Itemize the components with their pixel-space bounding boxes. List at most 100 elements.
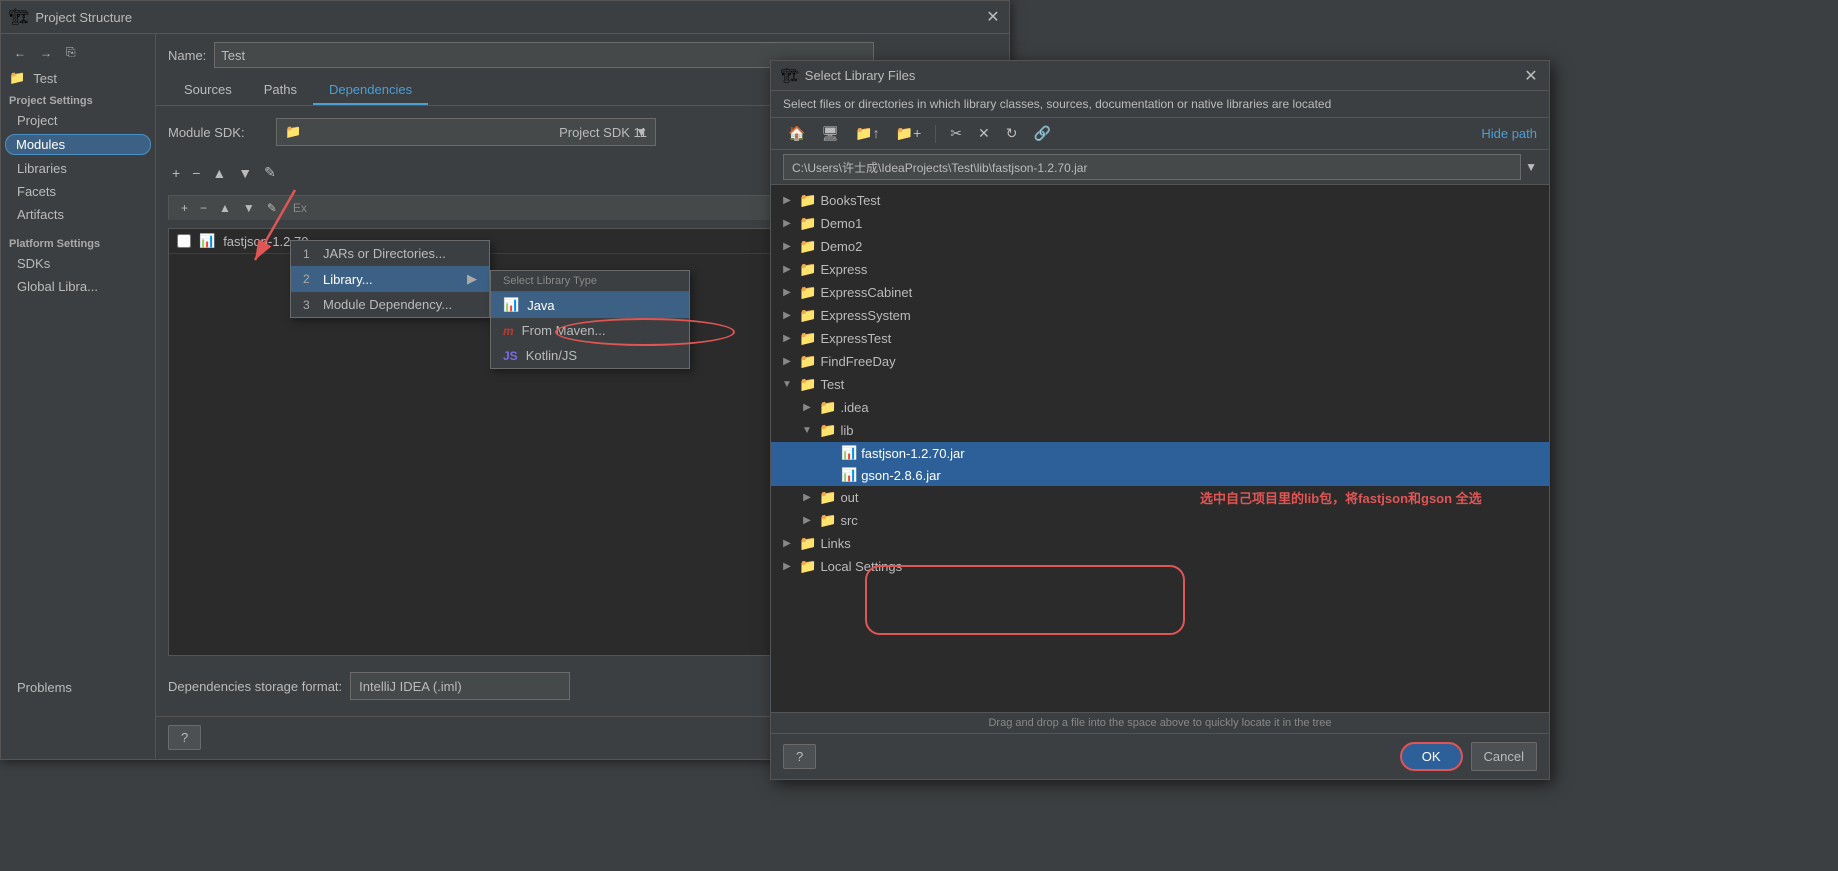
sidebar-item-artifacts[interactable]: Artifacts <box>1 203 155 226</box>
folder-icon: 📁 <box>819 422 836 439</box>
dep-table-remove-button[interactable]: − <box>196 199 211 217</box>
sld-path-dropdown-button[interactable]: ▼ <box>1525 160 1537 174</box>
submenu-item-java[interactable]: 📊 Java <box>491 292 689 318</box>
tree-label: Demo1 <box>820 216 862 231</box>
folder-icon: 📁 <box>819 489 836 506</box>
sidebar-item-project[interactable]: Project <box>1 109 155 132</box>
folder-icon: 📁 <box>799 535 816 552</box>
submenu-item-kotlin[interactable]: JS Kotlin/JS <box>491 343 689 368</box>
tree-arrow-icon: ▶ <box>799 402 815 413</box>
app-icon: 🏗 <box>9 7 29 27</box>
module-test-header[interactable]: 📁 Test <box>1 67 155 89</box>
tree-item-local-settings[interactable]: ▶ 📁 Local Settings <box>771 555 1549 578</box>
dep-remove-button[interactable]: − <box>188 163 204 183</box>
dep-table-edit-button[interactable]: ✎ <box>263 199 281 217</box>
sld-desktop-button[interactable]: 🖥 <box>816 122 844 145</box>
dep-table-add-button[interactable]: + <box>177 199 192 217</box>
close-button[interactable]: ✕ <box>985 9 1001 25</box>
tree-item-lib[interactable]: ▼ 📁 lib <box>771 419 1549 442</box>
sld-folder-up-button[interactable]: 📁↑ <box>850 122 884 145</box>
tree-label: ExpressTest <box>820 331 891 346</box>
java-icon: 📊 <box>503 297 519 313</box>
sld-titlebar: 🏗 Select Library Files ✕ <box>771 61 1549 91</box>
tree-item-expresscabinet[interactable]: ▶ 📁 ExpressCabinet <box>771 281 1549 304</box>
tree-label: ExpressCabinet <box>820 285 912 300</box>
dep-add-button[interactable]: + <box>168 163 184 183</box>
tree-item-demo2[interactable]: ▶ 📁 Demo2 <box>771 235 1549 258</box>
sdk-dropdown[interactable]: 📁 Project SDK 11 <box>276 118 656 146</box>
tree-item-links[interactable]: ▶ 📁 Links <box>771 532 1549 555</box>
sld-home-button[interactable]: 🏠 <box>783 122 810 145</box>
folder-icon: 📁 <box>799 261 816 278</box>
sld-ok-button[interactable]: OK <box>1400 742 1463 771</box>
dep-library-icon: 📊 <box>199 233 215 249</box>
sidebar-item-sdks[interactable]: SDKs <box>1 252 155 275</box>
submenu-label-java: Java <box>527 298 554 313</box>
sld-refresh-button[interactable]: ↻ <box>1001 122 1023 145</box>
sidebar-item-global-libraries[interactable]: Global Libra... <box>1 275 155 298</box>
tree-label: Local Settings <box>820 559 902 574</box>
dep-checkbox-fastjson[interactable] <box>177 234 191 248</box>
nav-back-button[interactable]: ← <box>9 43 31 63</box>
storage-format-dropdown[interactable]: IntelliJ IDEA (.iml) <box>350 672 570 700</box>
sld-link-button[interactable]: 🔗 <box>1028 122 1055 145</box>
tab-sources[interactable]: Sources <box>168 76 248 105</box>
menu-item-num-2: 2 <box>303 272 315 286</box>
tree-item-fastjson[interactable]: ▶ 📊 fastjson-1.2.70.jar <box>771 442 1549 464</box>
tree-label: BooksTest <box>820 193 880 208</box>
folder-icon: 📁 <box>799 192 816 209</box>
dep-table-down-button[interactable]: ▼ <box>239 199 259 217</box>
sld-file-tree[interactable]: ▶ 📁 BooksTest ▶ 📁 Demo1 ▶ 📁 Demo2 ▶ 📁 Ex… <box>771 185 1549 712</box>
jar-file-icon: 📊 <box>841 467 857 483</box>
tree-item-test[interactable]: ▼ 📁 Test <box>771 373 1549 396</box>
sld-help-button[interactable]: ? <box>783 744 816 769</box>
dep-up-button[interactable]: ▲ <box>208 163 230 183</box>
tree-item-demo1[interactable]: ▶ 📁 Demo1 <box>771 212 1549 235</box>
dep-edit-button[interactable]: ✎ <box>260 162 280 183</box>
dep-table-up-button[interactable]: ▲ <box>215 199 235 217</box>
sld-footer: ? OK Cancel <box>771 733 1549 779</box>
tree-item-expresssystem[interactable]: ▶ 📁 ExpressSystem <box>771 304 1549 327</box>
name-label: Name: <box>168 48 206 63</box>
sld-cut-button[interactable]: ✂ <box>945 122 967 145</box>
tab-dependencies[interactable]: Dependencies <box>313 76 428 105</box>
tree-item-idea[interactable]: ▶ 📁 .idea <box>771 396 1549 419</box>
sidebar-item-problems[interactable]: Problems <box>1 676 156 699</box>
submenu-label-kotlin: Kotlin/JS <box>526 348 577 363</box>
tree-item-bookstest[interactable]: ▶ 📁 BooksTest <box>771 189 1549 212</box>
tree-item-express[interactable]: ▶ 📁 Express <box>771 258 1549 281</box>
sld-path-bar: ▼ <box>771 150 1549 185</box>
tree-label: Test <box>820 377 844 392</box>
tree-label: out <box>840 490 858 505</box>
submenu-item-maven[interactable]: m From Maven... <box>491 318 689 343</box>
nav-forward-button[interactable]: → <box>35 43 57 63</box>
dep-down-button[interactable]: ▼ <box>234 163 256 183</box>
tree-item-src[interactable]: ▶ 📁 src <box>771 509 1549 532</box>
sld-path-input[interactable] <box>783 154 1521 180</box>
tree-label: Express <box>820 262 867 277</box>
sidebar-item-libraries[interactable]: Libraries <box>1 157 155 180</box>
sld-cancel-button[interactable]: Cancel <box>1471 742 1537 771</box>
tree-label: ExpressSystem <box>820 308 910 323</box>
context-menu-item-library[interactable]: 2 Library... ▶ <box>291 266 489 292</box>
nav-copy-button[interactable]: ⎘ <box>61 42 81 63</box>
sidebar-item-facets[interactable]: Facets <box>1 180 155 203</box>
sld-close-button[interactable]: ✕ <box>1523 68 1539 84</box>
tree-item-expresstest[interactable]: ▶ 📁 ExpressTest <box>771 327 1549 350</box>
maven-icon: m <box>503 324 514 338</box>
context-menu-item-module-dep[interactable]: 3 Module Dependency... <box>291 292 489 317</box>
context-menu: 1 JARs or Directories... 2 Library... ▶ … <box>290 240 490 318</box>
context-menu-item-jars[interactable]: 1 JARs or Directories... <box>291 241 489 266</box>
folder-icon: 📁 <box>799 353 816 370</box>
submenu: Select Library Type 📊 Java m From Maven.… <box>490 270 690 369</box>
tab-paths[interactable]: Paths <box>248 76 313 105</box>
tree-item-gson[interactable]: ▶ 📊 gson-2.8.6.jar <box>771 464 1549 486</box>
sidebar-item-modules[interactable]: Modules <box>5 134 151 155</box>
sidebar-nav-btns: ← → ⎘ <box>1 38 155 67</box>
tree-item-findfreeday[interactable]: ▶ 📁 FindFreeDay <box>771 350 1549 373</box>
hide-path-button[interactable]: Hide path <box>1481 126 1537 141</box>
sld-new-folder-button[interactable]: 📁+ <box>891 122 927 145</box>
dialog-title: Project Structure <box>35 10 132 25</box>
sld-delete-button[interactable]: ✕ <box>973 122 995 145</box>
help-button[interactable]: ? <box>168 725 201 750</box>
